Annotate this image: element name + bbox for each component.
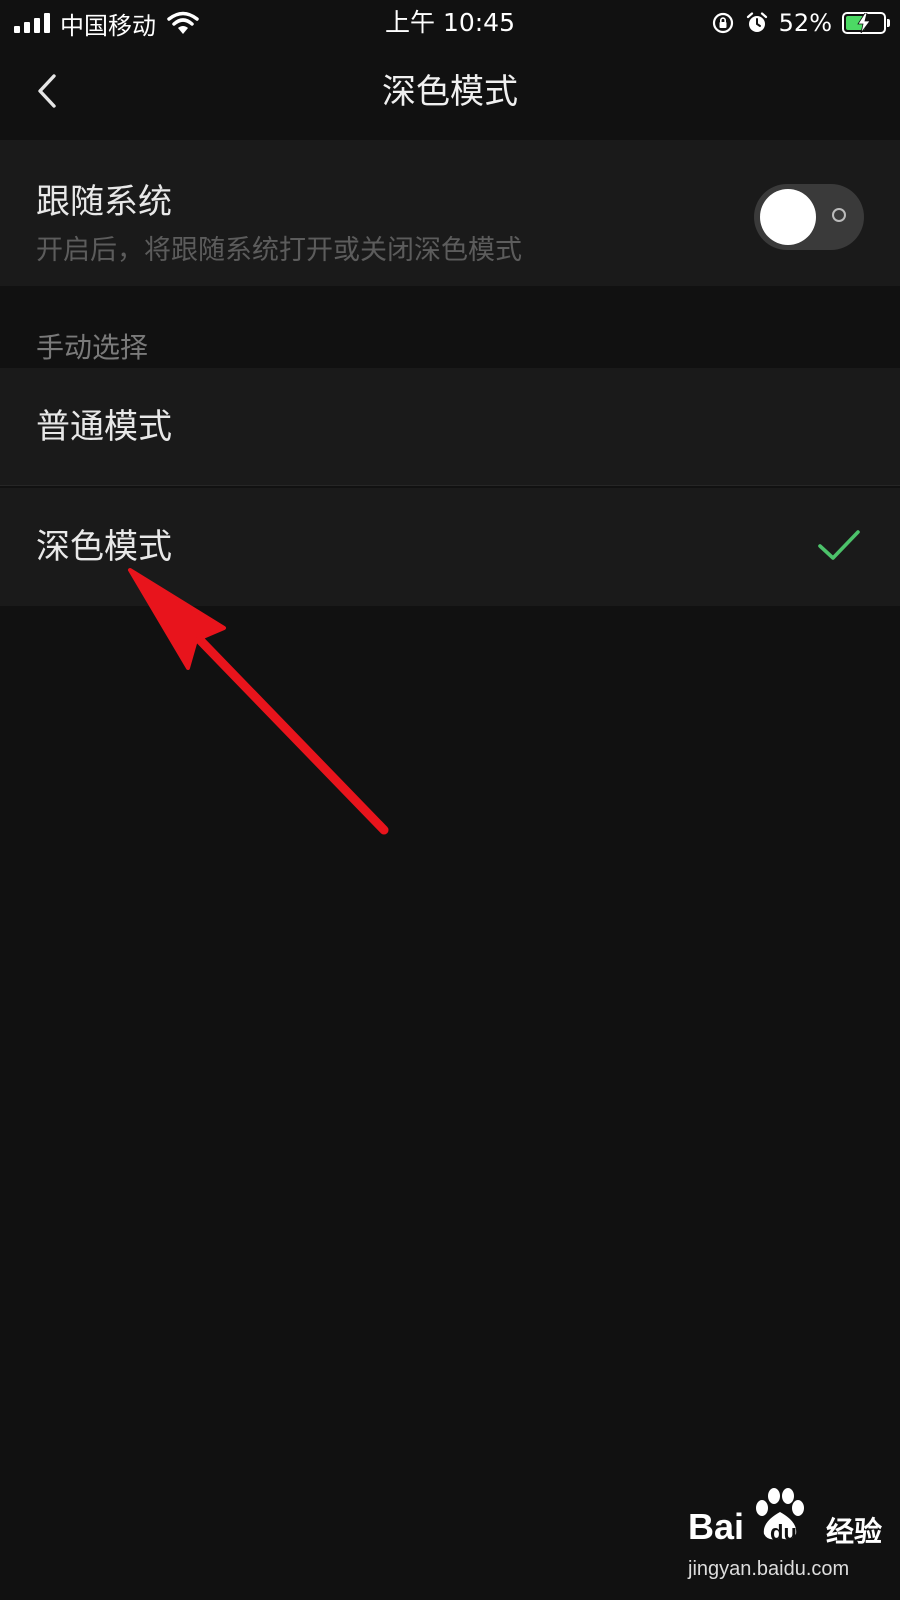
alarm-icon bbox=[746, 12, 767, 32]
battery-charging-icon bbox=[842, 12, 890, 34]
follow-system-title: 跟随系统 bbox=[36, 182, 172, 222]
watermark-url: jingyan.baidu.com bbox=[688, 1558, 850, 1580]
watermark-du: du bbox=[770, 1520, 797, 1545]
chevron-left-icon[interactable] bbox=[28, 68, 68, 114]
status-bar: 中国移动 上午 10:45 52% bbox=[0, 0, 900, 46]
nav-bar: 深色模式 bbox=[0, 46, 900, 138]
rotation-lock-icon bbox=[712, 12, 733, 34]
watermark-jingyan: 经验 bbox=[826, 1516, 883, 1547]
mode-option-label: 深色模式 bbox=[36, 527, 172, 567]
mode-option-dark[interactable]: 深色模式 bbox=[0, 488, 900, 606]
battery-percent: 52% bbox=[778, 9, 832, 37]
mode-option-normal[interactable]: 普通模式 bbox=[0, 368, 900, 486]
follow-system-toggle[interactable] bbox=[754, 184, 864, 250]
charging-bolt-icon bbox=[857, 13, 871, 33]
toggle-knob bbox=[760, 189, 816, 245]
status-right: 52% bbox=[711, 6, 890, 40]
baidu-jingyan-watermark: Bai du 经验 jingyan.baidu.com bbox=[688, 1486, 888, 1586]
page-title: 深色模式 bbox=[382, 72, 518, 112]
follow-system-description: 开启后，将跟随系统打开或关闭深色模式 bbox=[36, 235, 522, 266]
manual-section-label: 手动选择 bbox=[36, 331, 149, 364]
checkmark-icon bbox=[818, 530, 860, 560]
mode-option-label: 普通模式 bbox=[36, 407, 172, 447]
watermark-brand: Bai bbox=[688, 1506, 745, 1547]
toggle-off-indicator-icon bbox=[832, 208, 846, 222]
